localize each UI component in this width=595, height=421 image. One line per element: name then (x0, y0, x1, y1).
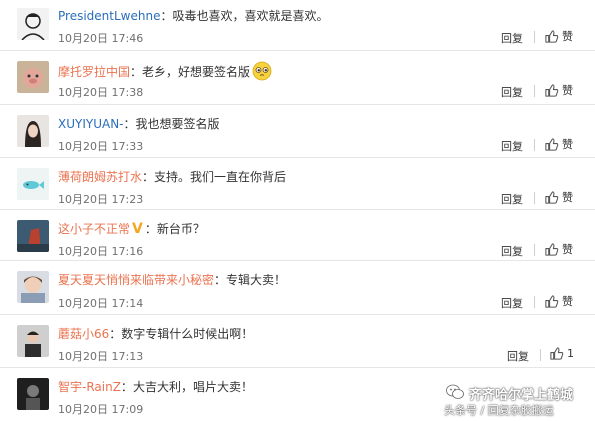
comment-item: 夏天夏天悄悄来临带来小秘密 ： 专辑大卖！ 10月20日 17:14 回复 赞 (0, 261, 595, 315)
like-button[interactable]: 赞 (544, 28, 573, 44)
reply-button[interactable]: 回复 (501, 243, 523, 259)
avatar[interactable] (17, 115, 49, 147)
thumbs-up-icon (545, 190, 559, 204)
comment-time: 10月20日 17:38 (58, 86, 144, 99)
watermark: 齐齐哈尔掌上鹤城 头条号 / 回复杂胶搬运 (440, 380, 595, 421)
comment-item: 蘑菇小66 ： 数字专辑什么时候出啊！ 10月20日 17:13 回复 1 (0, 315, 595, 368)
comment-username[interactable]: 这小子不正常 (58, 220, 130, 237)
like-label: 赞 (562, 30, 573, 43)
comment-item: 薄荷朗姆苏打水 ： 支持。我们一直在你背后 10月20日 17:23 回复 赞 (0, 158, 595, 210)
watermark-title: 齐齐哈尔掌上鹤城 (469, 388, 574, 403)
comment-separator: ： (214, 273, 227, 287)
divider (534, 296, 535, 308)
comment-text: 支持。我们一直在你背后 (154, 170, 287, 184)
reply-button[interactable]: 回复 (501, 30, 523, 46)
thumbs-up-icon (545, 137, 559, 151)
like-label: 赞 (562, 295, 573, 308)
v-badge-icon: V (132, 220, 143, 237)
like-label: 赞 (562, 243, 573, 256)
emoji-icon (252, 61, 272, 81)
like-button[interactable]: 赞 (544, 136, 573, 152)
thumbs-up-icon (550, 347, 564, 360)
comment-list: PresidentLwehne ： 吸毒也喜欢，喜欢就是喜欢。 10月20日 1… (0, 0, 595, 421)
reply-button[interactable]: 回复 (501, 138, 523, 154)
comment-text: 我也想要签名版 (135, 117, 220, 131)
comment-text: 新台币？ (156, 222, 205, 236)
comment-separator: ： (123, 117, 136, 131)
like-button[interactable]: 1 (549, 346, 574, 361)
comment-text: 大吉大利，唱片大卖！ (132, 380, 253, 394)
comment-time: 10月20日 17:16 (58, 245, 144, 258)
comment-text: 老乡，好想要签名版 (142, 64, 251, 79)
thumbs-up-icon (545, 29, 559, 43)
avatar[interactable] (17, 378, 49, 410)
comment-line: 这小子不正常 V ： 新台币？ (58, 220, 205, 237)
divider (534, 85, 535, 97)
comment-username[interactable]: 蘑菇小66 (58, 325, 109, 342)
comment-text: 吸毒也喜欢，喜欢就是喜欢。 (172, 9, 329, 23)
comment-separator: ： (130, 64, 143, 79)
comment-line: XUYIYUAN- ： 我也想要签名版 (58, 115, 220, 132)
comment-text: 专辑大卖！ (226, 273, 287, 287)
comment-text: 数字专辑什么时候出啊！ (121, 327, 254, 341)
divider (534, 244, 535, 256)
comment-line: 智宇-RainZ ： 大吉大利，唱片大卖！ (58, 378, 253, 395)
comment-item: XUYIYUAN- ： 我也想要签名版 10月20日 17:33 回复 赞 (0, 105, 595, 158)
divider (540, 349, 541, 361)
like-label: 赞 (562, 84, 573, 97)
comment-time: 10月20日 17:23 (58, 193, 144, 206)
comment-time: 10月20日 17:09 (58, 403, 144, 416)
comment-username[interactable]: XUYIYUAN- (58, 117, 124, 131)
comment-separator: ： (120, 380, 133, 394)
divider (534, 31, 535, 43)
comment-item: PresidentLwehne ： 吸毒也喜欢，喜欢就是喜欢。 10月20日 1… (0, 0, 595, 51)
comment-line: 薄荷朗姆苏打水 ： 支持。我们一直在你背后 (58, 168, 286, 185)
like-label: 赞 (562, 138, 573, 151)
avatar[interactable] (17, 61, 49, 93)
comment-username[interactable]: 夏天夏天悄悄来临带来小秘密 (58, 271, 214, 288)
like-label: 赞 (562, 191, 573, 204)
reply-button[interactable]: 回复 (507, 348, 529, 364)
like-button[interactable]: 赞 (544, 82, 573, 98)
reply-button[interactable]: 回复 (501, 295, 523, 311)
comment-line: 夏天夏天悄悄来临带来小秘密 ： 专辑大卖！ (58, 271, 286, 288)
comment-username[interactable]: PresidentLwehne (58, 9, 160, 23)
comment-item: 这小子不正常 V ： 新台币？ 10月20日 17:16 回复 赞 (0, 210, 595, 261)
watermark-subtitle: 头条号 / 回复杂胶搬运 (444, 404, 554, 417)
comment-separator: ： (160, 9, 173, 23)
avatar[interactable] (17, 325, 49, 357)
comment-username[interactable]: 薄荷朗姆苏打水 (58, 168, 142, 185)
avatar[interactable] (17, 8, 49, 40)
comment-line: PresidentLwehne ： 吸毒也喜欢，喜欢就是喜欢。 (58, 7, 328, 24)
avatar[interactable] (17, 168, 49, 200)
like-count: 1 (567, 347, 574, 360)
comment-item: 摩托罗拉中国 ： 老乡，好想要签名版 10月20日 17:38 回复 赞 (0, 51, 595, 105)
comment-separator: ： (144, 222, 157, 236)
comment-line: 摩托罗拉中国 ： 老乡，好想要签名版 (58, 61, 272, 81)
thumbs-up-icon (545, 242, 559, 256)
divider (534, 139, 535, 151)
thumbs-up-icon (545, 294, 559, 308)
like-button[interactable]: 赞 (544, 293, 573, 309)
comment-line: 蘑菇小66 ： 数字专辑什么时候出啊！ (58, 325, 253, 342)
comment-separator: ： (109, 327, 122, 341)
reply-button[interactable]: 回复 (501, 191, 523, 207)
comment-username[interactable]: 摩托罗拉中国 (58, 63, 130, 80)
reply-button[interactable]: 回复 (501, 84, 523, 100)
avatar[interactable] (17, 220, 49, 252)
like-button[interactable]: 赞 (544, 241, 573, 257)
comment-time: 10月20日 17:13 (58, 350, 144, 363)
comment-time: 10月20日 17:46 (58, 32, 144, 45)
divider (534, 192, 535, 204)
wechat-icon (446, 384, 464, 399)
like-button[interactable]: 赞 (544, 189, 573, 205)
comment-username[interactable]: 智宇-RainZ (58, 378, 121, 395)
comment-time: 10月20日 17:33 (58, 140, 144, 153)
thumbs-up-icon (545, 83, 559, 97)
comment-separator: ： (142, 170, 155, 184)
comment-time: 10月20日 17:14 (58, 297, 144, 310)
avatar[interactable] (17, 271, 49, 303)
